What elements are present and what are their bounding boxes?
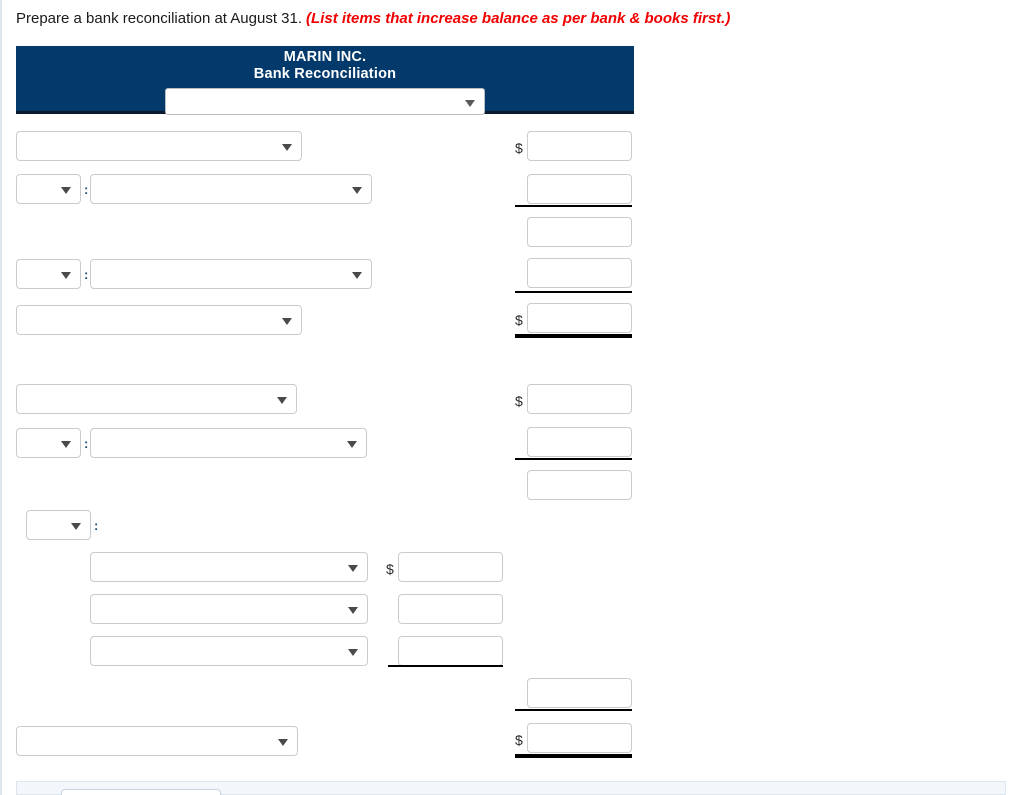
books-adjusted-total-amount-input[interactable] <box>527 723 632 753</box>
books-balance-amount-input[interactable] <box>527 384 632 414</box>
chevron-down-icon <box>277 397 287 404</box>
deduction-1-select[interactable] <box>90 552 368 582</box>
row-separator: : <box>84 181 89 197</box>
deduction-2-amount-input[interactable] <box>398 594 503 624</box>
books-total-double-rule <box>515 754 632 758</box>
bank-total-top-rule <box>515 291 632 293</box>
deduction-3-select[interactable] <box>90 636 368 666</box>
bank-balance-amount-input[interactable] <box>527 131 632 161</box>
dollar-sign-icon: $ <box>515 140 523 156</box>
chevron-down-icon <box>61 441 71 448</box>
bank-add-1-prefix-select[interactable] <box>16 174 81 204</box>
deduction-line-1 <box>90 552 368 582</box>
deductions-subtotal-rule <box>388 665 503 667</box>
chevron-down-icon <box>348 607 358 614</box>
bank-reconciliation-worksheet: Prepare a bank reconciliation at August … <box>0 0 1016 795</box>
prompt-text: Prepare a bank reconciliation at August … <box>16 10 303 27</box>
chevron-down-icon <box>278 739 288 746</box>
dollar-sign-icon: $ <box>386 561 394 577</box>
dollar-sign-icon: $ <box>515 312 523 328</box>
chevron-down-icon <box>61 272 71 279</box>
books-adjusted-total-row <box>16 726 298 756</box>
chevron-down-icon <box>352 187 363 194</box>
chevron-down-icon <box>465 99 475 107</box>
statement-header: MARIN INC. Bank Reconciliation <box>16 46 634 115</box>
books-add-rule <box>515 458 632 460</box>
dollar-sign-icon: $ <box>515 393 523 409</box>
books-add-2-amount-input[interactable] <box>527 470 632 500</box>
deduction-1-amount-input[interactable] <box>398 552 503 582</box>
bank-total-double-rule <box>515 334 632 338</box>
chevron-down-icon <box>282 144 292 151</box>
row-separator: : <box>84 435 89 451</box>
bottom-toolbar-panel <box>16 781 1006 795</box>
company-name: MARIN INC. <box>283 49 367 65</box>
bank-adjusted-total-row <box>16 305 302 335</box>
deduction-line-3 <box>90 636 368 666</box>
bank-balance-select[interactable] <box>16 131 302 161</box>
chevron-down-icon <box>348 565 358 572</box>
bank-add-line-1: : <box>16 174 373 204</box>
chevron-down-icon <box>352 272 363 279</box>
deductions-carry-rule <box>515 709 632 711</box>
books-adjusted-total-select[interactable] <box>16 726 298 756</box>
deduction-line-2 <box>90 594 368 624</box>
deductions-subtotal-amount-input[interactable] <box>527 678 632 708</box>
books-add-1-amount-input[interactable] <box>527 427 632 457</box>
deduction-3-amount-input[interactable] <box>398 636 503 666</box>
bank-less-line-1: : <box>16 259 373 289</box>
books-add-1-select[interactable] <box>90 428 368 458</box>
statement-title: Bank Reconciliation <box>253 66 397 82</box>
chevron-down-icon <box>348 649 358 656</box>
bank-balance-line <box>16 131 302 161</box>
books-balance-select[interactable] <box>16 384 297 414</box>
books-add-1-prefix-select[interactable] <box>16 428 81 458</box>
bottom-panel-input[interactable] <box>61 789 221 795</box>
chevron-down-icon <box>61 187 71 194</box>
books-add-line-1: : <box>16 428 368 458</box>
bank-adjusted-total-amount-input[interactable] <box>527 303 632 333</box>
statement-date-select-wrap <box>165 88 485 115</box>
chevron-down-icon <box>282 318 292 325</box>
books-balance-line <box>16 384 297 414</box>
row-separator: : <box>94 517 99 533</box>
bank-adjusted-total-select[interactable] <box>16 305 302 335</box>
deduction-2-select[interactable] <box>90 594 368 624</box>
row-separator: : <box>84 266 89 282</box>
deductions-group-header: : <box>26 510 100 540</box>
bank-add-1-amount-input[interactable] <box>527 174 632 204</box>
bank-add-1-select[interactable] <box>90 174 373 204</box>
bank-less-1-select[interactable] <box>90 259 373 289</box>
dollar-sign-icon: $ <box>515 732 523 748</box>
bank-add-2-amount-input[interactable] <box>527 217 632 247</box>
statement-date-select[interactable] <box>165 88 485 115</box>
chevron-down-icon <box>71 523 81 530</box>
prompt-emphasis: (List items that increase balance as per… <box>306 10 731 27</box>
chevron-down-icon <box>347 441 358 448</box>
question-prompt: Prepare a bank reconciliation at August … <box>16 9 730 29</box>
deductions-prefix-select[interactable] <box>26 510 91 540</box>
bank-less-1-amount-input[interactable] <box>527 258 632 288</box>
bank-less-1-prefix-select[interactable] <box>16 259 81 289</box>
bank-add-subtotal-rule <box>515 205 632 207</box>
